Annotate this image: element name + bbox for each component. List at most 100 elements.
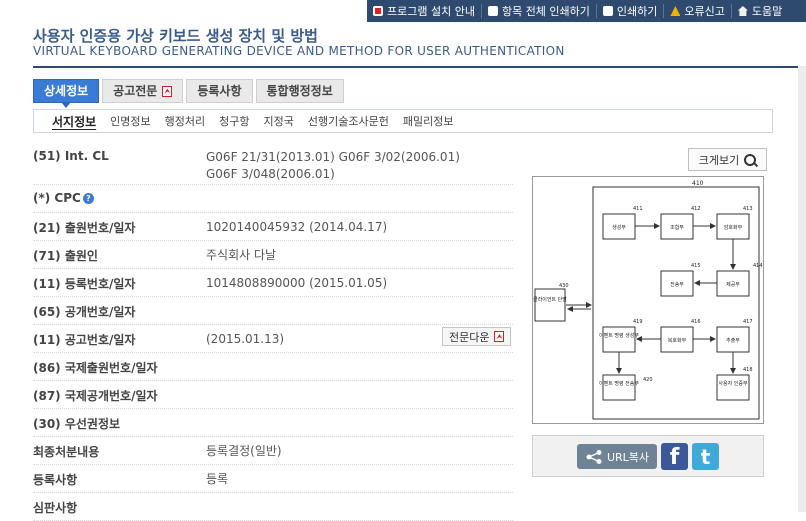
label-420: 420 — [643, 377, 653, 383]
intl-publication-label: (87) 국제공개번호/일자 — [33, 389, 158, 403]
zoom-button-label: 크게보기 — [698, 153, 740, 167]
box-411-text: 생성부 — [612, 224, 626, 231]
intl-application-label: (86) 국제출원번호/일자 — [33, 361, 158, 375]
table-row: (*) CPC? — [33, 185, 513, 213]
share-icon — [586, 449, 602, 464]
label-411: 411 — [633, 206, 643, 212]
drawing-svg: 410 클라이언트 단말 430 생성부 411 조합부 412 암호화부 41… — [533, 180, 763, 420]
program-install-label: 프로그램 설치 안내 — [387, 5, 475, 18]
page-title: 사용자 인증용 가상 키보드 생성 장치 및 방법 — [33, 27, 318, 45]
pdf-icon — [494, 331, 505, 342]
box-416-text: 복호화부 — [668, 338, 687, 344]
tab-registration-label: 등록사항 — [197, 84, 242, 98]
table-row: (51) Int. CL G06F 21/31(2013.01) G06F 3/… — [33, 143, 513, 185]
print-all-icon — [487, 6, 498, 16]
subtab-person-info[interactable]: 인명정보 — [110, 113, 150, 129]
tab-integrated-admin-label: 통합행정정보 — [266, 84, 333, 98]
zoom-button[interactable]: 크게보기 — [688, 148, 767, 171]
label-414: 414 — [753, 263, 763, 269]
print-all-link[interactable]: 항목 전체 인쇄하기 — [480, 4, 596, 18]
help-link[interactable]: 도움말 — [730, 4, 788, 18]
subtab-prior-art[interactable]: 선행기술조사문헌 — [308, 113, 389, 129]
box-419-text: 이벤트 명령 생성부 — [599, 332, 639, 339]
tab-full-text-label: 공고전문 — [113, 84, 158, 98]
url-copy-label: URL복사 — [606, 450, 650, 464]
page-edge — [798, 66, 806, 512]
box-412-text: 조합부 — [670, 224, 684, 231]
box-418-text: 사용자 인증부 — [718, 380, 748, 387]
client-terminal-text: 클라이언트 단말 — [533, 296, 567, 303]
report-error-label: 오류신고 — [684, 5, 725, 18]
sub-tabs: 서지정보 인명정보 행정처리 청구항 지정국 선행기술조사문헌 패밀리정보 — [33, 109, 773, 133]
client-terminal-box — [534, 288, 566, 322]
subtab-admin-process[interactable]: 행정처리 — [165, 113, 205, 129]
table-row: 최종처분내용 등록결정(일반) — [33, 437, 513, 465]
box-414-text: 제공부 — [726, 281, 740, 288]
representative-drawing[interactable]: 410 클라이언트 단말 430 생성부 411 조합부 412 암호화부 41… — [532, 176, 764, 424]
label-416: 416 — [691, 319, 701, 325]
report-error-link[interactable]: 오류신고 — [663, 4, 730, 18]
pdf-icon — [162, 85, 173, 97]
main-tabs: 상세정보 공고전문 등록사항 통합행정정보 — [33, 79, 347, 108]
label-client: 430 — [559, 283, 569, 289]
url-copy-button[interactable]: URL복사 — [577, 444, 657, 469]
box-415-text: 전송부 — [670, 281, 684, 288]
registration-status-value: 등록 — [206, 472, 229, 486]
notice-number-label: (11) 공고번호/일자 — [33, 333, 136, 347]
registration-status-label: 등록사항 — [33, 473, 78, 487]
program-install-link[interactable]: 프로그램 설치 안내 — [367, 4, 481, 18]
ipc-label: (51) Int. CL — [33, 149, 109, 163]
table-row: (11) 등록번호/일자 1014808890000 (2015.01.05) — [33, 269, 513, 297]
tab-detail-info-label: 상세정보 — [44, 84, 89, 98]
cpc-label: (*) CPC — [33, 191, 81, 205]
final-disposition-value: 등록결정(일반) — [206, 444, 282, 458]
publication-number-label: (65) 공개번호/일자 — [33, 305, 136, 319]
subtab-family[interactable]: 패밀리정보 — [403, 113, 454, 129]
facebook-icon[interactable]: f — [661, 443, 688, 470]
table-row: (11) 공고번호/일자 (2015.01.13) 전문다운 — [33, 325, 513, 353]
tab-registration[interactable]: 등록사항 — [186, 79, 253, 103]
cpc-label-wrap: (*) CPC? — [33, 191, 94, 205]
table-row: 등록사항 등록 — [33, 465, 513, 493]
label-outer: 410 — [692, 180, 704, 187]
top-utility-bar: 프로그램 설치 안내 항목 전체 인쇄하기 인쇄하기 오류신고 도움말 — [367, 0, 806, 22]
table-row: (86) 국제출원번호/일자 — [33, 353, 513, 381]
twitter-icon[interactable]: t — [692, 443, 719, 470]
warning-icon — [670, 6, 681, 16]
table-row: (71) 출원인 주식회사 다날 — [33, 241, 513, 269]
full-text-download-button[interactable]: 전문다운 — [442, 327, 512, 346]
question-icon[interactable]: ? — [82, 192, 94, 204]
help-label: 도움말 — [751, 5, 783, 18]
registration-number-label: (11) 등록번호/일자 — [33, 277, 136, 291]
application-number-label: (21) 출원번호/일자 — [33, 221, 136, 235]
share-panel: URL복사 f t — [532, 435, 764, 477]
subtab-bibliographic[interactable]: 서지정보 — [52, 113, 96, 130]
ipc-value-line2: G06F 3/048(2006.01) — [206, 167, 335, 181]
final-disposition-label: 최종처분내용 — [33, 445, 100, 459]
box-419 — [602, 326, 636, 353]
search-icon — [744, 153, 757, 166]
box-420 — [602, 374, 636, 401]
ipc-value-line1: G06F 21/31(2013.01) G06F 3/02(2006.01) — [206, 150, 460, 164]
print-all-label: 항목 전체 인쇄하기 — [501, 5, 590, 18]
table-row: (21) 출원번호/일자 1020140045932 (2014.04.17) — [33, 213, 513, 241]
ipc-value: G06F 21/31(2013.01) G06F 3/02(2006.01) G0… — [206, 149, 460, 183]
print-icon — [602, 6, 613, 16]
table-row: (87) 국제공개번호/일자 — [33, 381, 513, 409]
label-415: 415 — [691, 263, 701, 269]
tab-integrated-admin[interactable]: 통합행정정보 — [255, 79, 344, 103]
subtab-claims[interactable]: 청구항 — [219, 113, 249, 129]
print-link[interactable]: 인쇄하기 — [595, 4, 663, 18]
trial-label: 심판사항 — [33, 501, 78, 515]
box-418 — [716, 374, 750, 401]
full-text-download-label: 전문다운 — [449, 330, 490, 344]
help-icon — [737, 6, 748, 16]
tab-detail-info[interactable]: 상세정보 — [33, 79, 100, 108]
print-label: 인쇄하기 — [616, 5, 658, 18]
registration-number-value: 1014808890000 (2015.01.05) — [206, 276, 388, 290]
tab-full-text[interactable]: 공고전문 — [102, 79, 184, 103]
priority-label: (30) 우선권정보 — [33, 417, 121, 431]
applicant-label: (71) 출원인 — [33, 249, 98, 263]
subtab-designated-states[interactable]: 지정국 — [264, 113, 294, 129]
application-number-value: 1020140045932 (2014.04.17) — [206, 220, 388, 234]
